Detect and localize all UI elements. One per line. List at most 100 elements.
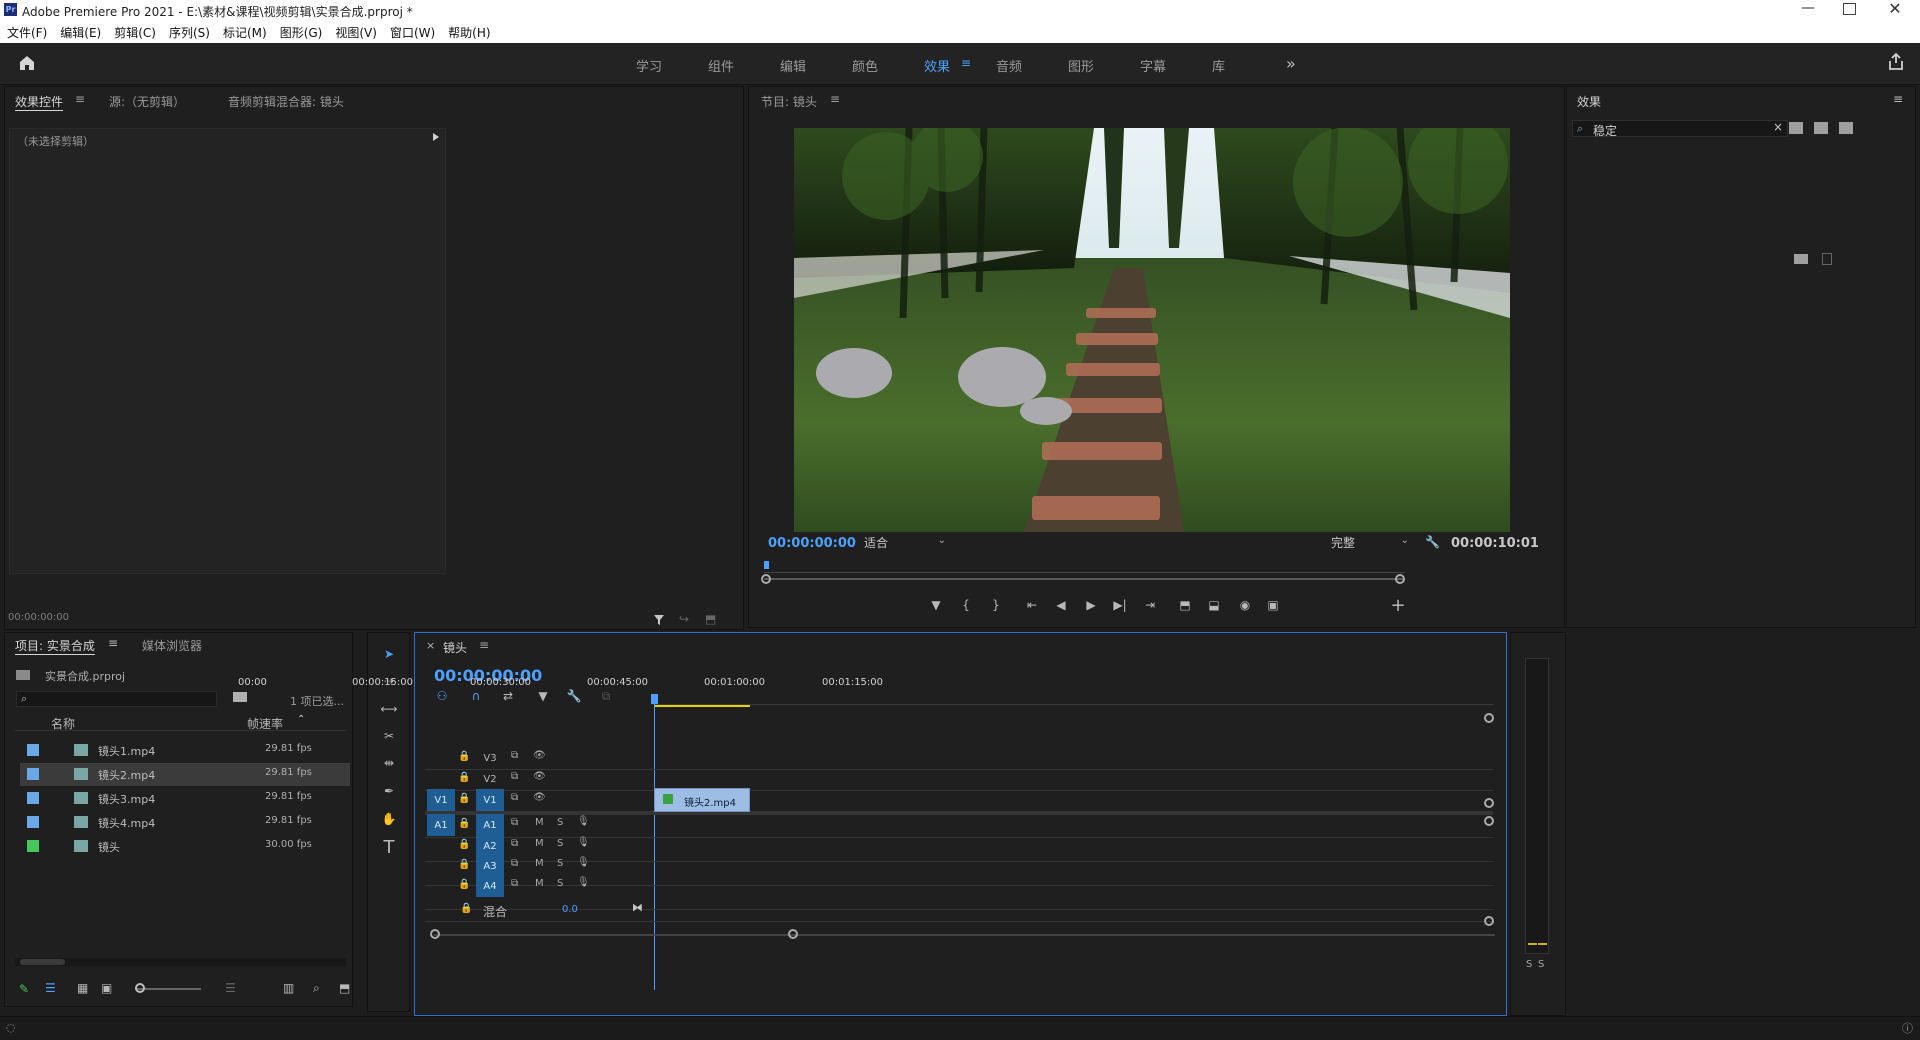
mix-icon[interactable]: ⧓ [632,901,643,914]
fit-dropdown[interactable]: 适合 ⌄ [864,534,946,552]
list-view-icon[interactable]: ☰ [45,981,59,995]
track-target-A1[interactable]: A1 [476,814,504,836]
tab-5[interactable]: 音频 [996,56,1022,75]
solo-right-button[interactable]: S [1538,959,1544,970]
menu-item-2[interactable]: 剪辑(C) [114,24,156,41]
program-monitor-title[interactable]: 节目: 镜头 [761,93,817,110]
lock-icon[interactable]: 🔒 [458,772,470,783]
effect-controls-tab[interactable]: 效果控件 [15,93,63,110]
solo-button[interactable]: S [557,838,563,849]
share-icon[interactable] [1887,53,1905,71]
project-item-0[interactable]: 镜头1.mp4 29.81 fps [20,739,350,762]
32bit-effects-icon[interactable] [1814,122,1828,134]
track-target-V1[interactable]: V1 [476,789,504,811]
track-target-A4[interactable]: A4 [476,875,504,897]
timeline-tab[interactable]: 镜头 [443,639,467,656]
playhead-marker[interactable] [764,561,769,569]
toggle-sync-lock-icon[interactable]: ⧉ [511,838,518,849]
tab-3[interactable]: 颜色 [852,56,878,75]
slip-tool-icon[interactable]: ⇹ [377,753,401,773]
step-back-icon[interactable]: ◀ [1052,596,1070,614]
go-to-out-icon[interactable]: ⇥ [1141,596,1159,614]
project-item-4[interactable]: 镜头 30.00 fps [20,835,350,858]
ripple-edit-icon[interactable]: ⟷ [377,699,401,719]
mark-out-icon[interactable]: } [987,596,1005,614]
label-color-swatch[interactable] [27,768,39,780]
find-icon[interactable]: ⌕ [313,981,327,995]
menu-item-6[interactable]: 视图(V) [335,24,377,41]
microphone-icon[interactable]: 🎙 [577,877,590,888]
microphone-icon[interactable]: 🎙 [577,857,590,868]
microphone-icon[interactable]: 🎙 [577,816,590,827]
pen-tool-icon[interactable]: ✒ [377,781,401,801]
more-workspaces-icon[interactable]: » [1286,54,1296,73]
media-browser-tab[interactable]: 媒体浏览器 [142,637,202,654]
solo-left-button[interactable]: S [1526,959,1532,970]
menu-item-7[interactable]: 窗口(W) [390,24,435,41]
program-menu-icon[interactable]: ≡ [830,92,840,106]
loop-icon[interactable]: ↪ [679,612,693,626]
delete-icon[interactable] [1822,253,1832,265]
clip-block[interactable]: 镜头2.mp4 [654,788,750,812]
eye-icon[interactable]: 👁 [533,750,546,761]
mute-button[interactable]: M [535,858,544,869]
bin-icon[interactable] [233,692,247,702]
accelerated-effects-icon[interactable] [1789,122,1803,134]
status-info-icon[interactable]: ⓘ [1902,1020,1913,1036]
audio-mixer-tab[interactable]: 音频剪辑混合器: 镜头 [228,93,344,110]
clear-search-icon[interactable]: × [1773,120,1783,134]
track-target-V3[interactable]: V3 [476,747,504,769]
project-search-field[interactable]: ⌕ [16,691,217,707]
microphone-icon[interactable]: 🎙 [577,837,590,848]
effects-search-value[interactable]: 稳定 [1593,122,1617,139]
lock-icon[interactable]: 🔒 [458,751,470,762]
left-zoom-handle[interactable] [761,574,771,584]
selection-tool-icon[interactable]: ➤ [377,644,401,664]
menu-item-8[interactable]: 帮助(H) [448,24,490,41]
project-scrollbar-thumb[interactable] [20,959,65,965]
track-divider[interactable] [425,811,1493,815]
sort-icons-icon[interactable]: ☰ [225,981,239,995]
eye-icon[interactable]: 👁 [533,792,546,803]
track-target-A2[interactable]: A2 [476,835,504,857]
solo-button[interactable]: S [557,817,563,828]
monitor-timeline-ruler[interactable] [764,561,1405,573]
solo-button[interactable]: S [557,858,563,869]
project-item-1[interactable]: 镜头2.mp4 29.81 fps [20,763,350,786]
automate-sequence-icon[interactable]: ▥ [283,981,297,995]
timeline-menu-icon[interactable]: ≡ [479,638,489,652]
mark-in-icon[interactable]: { [957,596,975,614]
freeform-view-icon[interactable]: ▣ [101,981,115,995]
home-icon[interactable] [18,54,36,72]
lock-icon[interactable]: 🔒 [458,859,470,870]
tab-1[interactable]: 组件 [708,56,734,75]
solo-button[interactable]: S [557,878,563,889]
lift-icon[interactable]: ⬒ [1176,596,1194,614]
video-scroll-handle-bottom[interactable] [1484,798,1494,808]
source-patch-v1[interactable]: V1 [427,789,455,811]
menu-item-5[interactable]: 图形(G) [280,24,323,41]
captions-icon[interactable]: ⧉ [598,688,614,704]
add-button-icon[interactable]: + [1389,595,1407,616]
timeline-left-zoom-handle[interactable] [430,929,440,939]
source-patch-a1[interactable]: A1 [427,814,455,836]
add-marker-icon[interactable]: ▼ [535,688,551,704]
marker-icon[interactable]: ▼ [927,596,945,614]
workspace-menu-icon[interactable]: ≡ [961,57,973,69]
toggle-sync-lock-icon[interactable]: ⧉ [511,771,518,782]
tab-menu-icon[interactable]: ≡ [75,92,85,106]
effects-menu-icon[interactable]: ≡ [1893,92,1903,106]
project-item-2[interactable]: 镜头3.mp4 29.81 fps [20,787,350,810]
close-button[interactable]: ✕ [1886,0,1904,18]
toggle-sync-lock-icon[interactable]: ⧉ [511,750,518,761]
effects-title[interactable]: 效果 [1577,93,1601,110]
source-tab[interactable]: 源:（无剪辑） [109,93,185,110]
project-menu-icon[interactable]: ≡ [108,636,118,650]
label-color-swatch[interactable] [27,744,39,756]
project-item-3[interactable]: 镜头4.mp4 29.81 fps [20,811,350,834]
lock-icon[interactable]: 🔒 [458,879,470,890]
program-timecode[interactable]: 00:00:00:00 [768,536,856,551]
hand-tool-icon[interactable]: ✋ [377,809,401,829]
tab-7[interactable]: 字幕 [1140,56,1166,75]
menu-item-4[interactable]: 标记(M) [223,24,267,41]
